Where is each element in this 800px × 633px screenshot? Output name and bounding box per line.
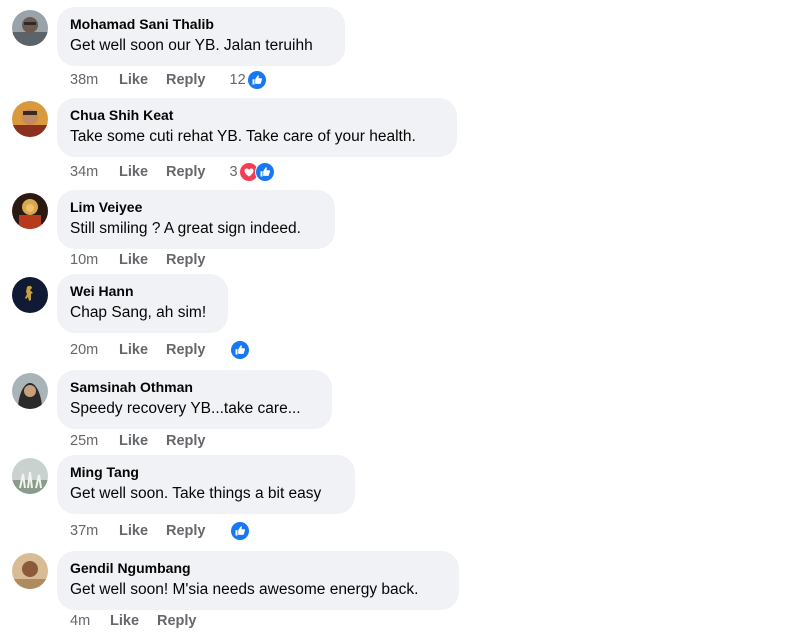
reaction-summary[interactable]	[229, 521, 250, 541]
comment-actions: 34m Like Reply 3	[70, 162, 275, 182]
reaction-count: 3	[229, 164, 238, 180]
like-icon	[254, 162, 275, 182]
comment-timestamp[interactable]: 20m	[70, 342, 119, 358]
reaction-summary[interactable]	[229, 340, 250, 360]
comment-text: Still smiling ? A great sign indeed.	[70, 220, 301, 237]
comment-timestamp[interactable]: 37m	[70, 523, 119, 539]
reply-button[interactable]: Reply	[166, 433, 206, 449]
avatar[interactable]	[12, 10, 48, 46]
comment-timestamp[interactable]: 25m	[70, 433, 119, 449]
avatar[interactable]	[12, 458, 48, 494]
avatar[interactable]	[12, 193, 48, 229]
reply-button[interactable]: Reply	[166, 342, 206, 358]
like-button[interactable]: Like	[119, 433, 148, 449]
comment-actions: 20m Like Reply	[70, 340, 250, 360]
commenter-name[interactable]: Lim Veiyee	[70, 198, 322, 216]
comment-text: Get well soon! M'sia needs awesome energ…	[70, 581, 419, 598]
avatar[interactable]	[12, 553, 48, 589]
like-icon	[229, 521, 250, 541]
comment-actions: 4m Like Reply	[70, 611, 197, 631]
commenter-name[interactable]: Samsinah Othman	[70, 378, 319, 396]
comment-timestamp[interactable]: 4m	[70, 613, 110, 629]
reaction-summary[interactable]: 12	[230, 70, 267, 90]
comment-bubble: Wei Hann Chap Sang, ah sim!	[57, 274, 228, 333]
avatar[interactable]	[12, 101, 48, 137]
comment-timestamp[interactable]: 10m	[70, 252, 119, 268]
like-button[interactable]: Like	[119, 164, 148, 180]
commenter-name[interactable]: Gendil Ngumbang	[70, 559, 446, 577]
commenter-name[interactable]: Wei Hann	[70, 282, 215, 300]
comment-timestamp[interactable]: 38m	[70, 72, 119, 88]
commenter-name[interactable]: Chua Shih Keat	[70, 106, 444, 124]
commenter-name[interactable]: Ming Tang	[70, 463, 342, 481]
comment-bubble: Gendil Ngumbang Get well soon! M'sia nee…	[57, 551, 459, 610]
reply-button[interactable]: Reply	[166, 252, 206, 268]
comment-bubble: Chua Shih Keat Take some cuti rehat YB. …	[57, 98, 457, 157]
like-button[interactable]: Like	[119, 342, 148, 358]
reply-button[interactable]: Reply	[166, 164, 206, 180]
comment-text: Chap Sang, ah sim!	[70, 304, 207, 321]
comment-bubble: Ming Tang Get well soon. Take things a b…	[57, 455, 355, 514]
avatar[interactable]	[12, 277, 48, 313]
comment-text: Take some cuti rehat YB. Take care of yo…	[70, 128, 416, 145]
like-button[interactable]: Like	[119, 252, 148, 268]
like-button[interactable]: Like	[110, 613, 139, 629]
comment-actions: 25m Like Reply	[70, 431, 206, 451]
comment-actions: 38m Like Reply 12	[70, 70, 267, 90]
like-icon	[229, 340, 250, 360]
comment-text: Get well soon our YB. Jalan teruihh	[70, 37, 313, 54]
commenter-name[interactable]: Mohamad Sani Thalib	[70, 15, 332, 33]
like-icon	[246, 70, 267, 90]
reaction-count: 12	[229, 72, 246, 88]
reply-button[interactable]: Reply	[157, 613, 197, 629]
like-button[interactable]: Like	[119, 72, 148, 88]
avatar[interactable]	[12, 373, 48, 409]
comment-bubble: Mohamad Sani Thalib Get well soon our YB…	[57, 7, 345, 66]
comment-bubble: Lim Veiyee Still smiling ? A great sign …	[57, 190, 335, 249]
comment-timestamp[interactable]: 34m	[70, 164, 119, 180]
reply-button[interactable]: Reply	[166, 523, 206, 539]
comment-bubble: Samsinah Othman Speedy recovery YB...tak…	[57, 370, 332, 429]
reply-button[interactable]: Reply	[166, 72, 206, 88]
comment-text: Speedy recovery YB...take care...	[70, 400, 301, 417]
comment-actions: 37m Like Reply	[70, 521, 250, 541]
comment-text: Get well soon. Take things a bit easy	[70, 485, 322, 502]
like-button[interactable]: Like	[119, 523, 148, 539]
reaction-summary[interactable]: 3	[230, 162, 275, 182]
comment-actions: 10m Like Reply	[70, 250, 206, 270]
